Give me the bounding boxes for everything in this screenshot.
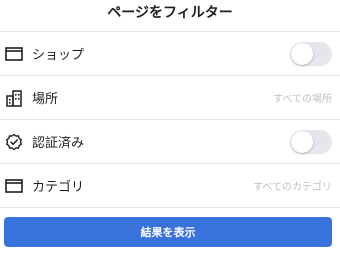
filter-label-verified: 認証済み (32, 136, 85, 151)
category-value: すべてのカテゴリ (253, 182, 332, 193)
filter-label-category: カテゴリ (32, 180, 85, 195)
filter-row-verified[interactable]: 認証済み (0, 120, 340, 163)
toggle-knob (291, 42, 313, 65)
page-title: ページをフィルター (107, 5, 233, 21)
city-icon (4, 88, 24, 108)
storefront-icon (4, 176, 24, 196)
filter-row-location[interactable]: 場所 すべての場所 (0, 76, 340, 119)
filter-row-category[interactable]: カテゴリ すべてのカテゴリ (0, 164, 340, 207)
verified-toggle[interactable] (290, 129, 332, 154)
verified-badge-icon (4, 132, 24, 152)
divider (0, 207, 340, 208)
storefront-icon (4, 44, 24, 64)
filter-label-shop: ショップ (32, 48, 85, 63)
filter-label-location: 場所 (32, 92, 59, 107)
shop-toggle[interactable] (290, 41, 332, 66)
show-results-button[interactable]: 結果を表示 (4, 217, 332, 247)
location-value: すべての場所 (273, 94, 332, 105)
filter-row-shop[interactable]: ショップ (0, 32, 340, 75)
toggle-knob (291, 130, 313, 153)
